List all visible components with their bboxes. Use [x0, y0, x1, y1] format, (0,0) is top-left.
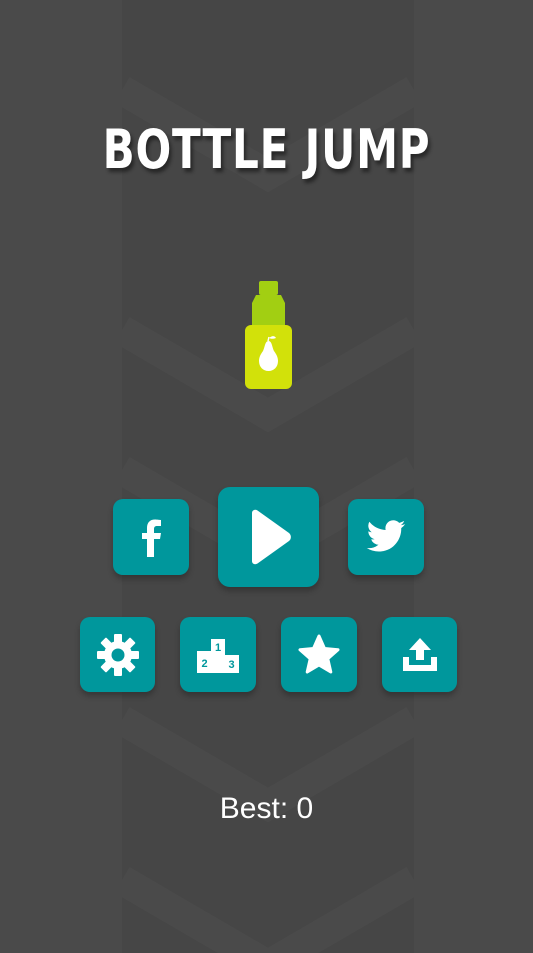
settings-button[interactable]: [80, 617, 155, 692]
twitter-icon: [366, 520, 406, 552]
play-button[interactable]: [218, 487, 319, 587]
star-icon: [298, 634, 340, 673]
rate-button[interactable]: [281, 617, 357, 692]
play-icon: [251, 509, 291, 565]
gear-icon: [96, 633, 139, 676]
best-score: Best: 0: [0, 792, 533, 826]
game-menu-screen: BOTTLE JUMP 1 2 3 Best: 0: [0, 0, 533, 953]
leaderboard-button[interactable]: 1 2 3: [180, 617, 256, 692]
podium-first-label: 1: [215, 642, 221, 654]
podium-second-label: 2: [201, 658, 207, 670]
best-score-value: 0: [296, 792, 314, 825]
podium-third-label: 3: [228, 659, 234, 671]
share-icon: [402, 637, 437, 671]
game-title: BOTTLE JUMP: [102, 118, 431, 181]
share-button[interactable]: [382, 617, 457, 692]
bottle-icon: [245, 281, 292, 389]
facebook-icon: [142, 519, 161, 557]
facebook-button[interactable]: [113, 499, 189, 575]
twitter-button[interactable]: [348, 499, 424, 575]
best-score-label: Best:: [219, 792, 289, 825]
podium-icon: 1 2 3: [197, 638, 239, 673]
